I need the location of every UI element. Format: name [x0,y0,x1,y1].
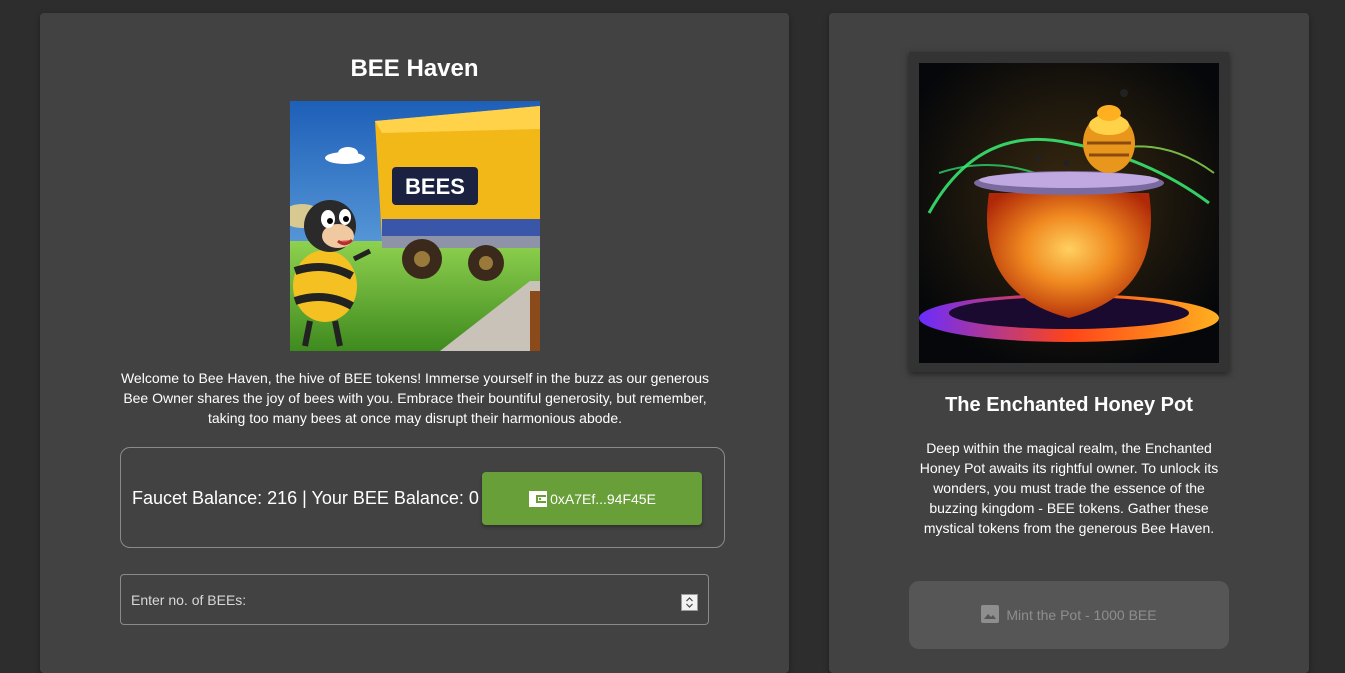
mint-button[interactable]: Mint the Pot - 1000 BEE [909,581,1229,649]
balance-text: Faucet Balance: 216 | Your BEE Balance: … [132,488,479,508]
nft-title: The Enchanted Honey Pot [945,394,1193,416]
quantity-stepper[interactable] [681,594,698,611]
bee-truck-image: BEES [290,101,540,351]
bee-amount-input[interactable] [121,575,708,624]
honey-pot-frame [909,52,1229,372]
bee-amount-field[interactable] [120,574,709,625]
honey-pot-image [919,63,1219,363]
mint-button-label: Mint the Pot - 1000 BEE [1006,607,1157,623]
balance-panel: Faucet Balance: 216 | Your BEE Balance: … [120,447,725,548]
wallet-icon [528,490,548,508]
nft-card: The Enchanted Honey Pot Deep within the … [829,13,1309,673]
nft-description: Deep within the magical realm, the Encha… [919,440,1219,536]
faucet-description: Welcome to Bee Haven, the hive of BEE to… [120,370,710,426]
image-icon [981,604,1000,626]
faucet-card: BEE Haven BEES Welcome to Bee Haven, the… [40,13,789,673]
chevron-up-down-icon [686,597,693,608]
svg-text:BEES: BEES [405,174,465,199]
faucet-title: BEE Haven [350,55,479,82]
wallet-address: 0xA7Ef...94F45E [550,490,656,507]
wallet-connect-button[interactable]: 0xA7Ef...94F45E [482,472,702,525]
